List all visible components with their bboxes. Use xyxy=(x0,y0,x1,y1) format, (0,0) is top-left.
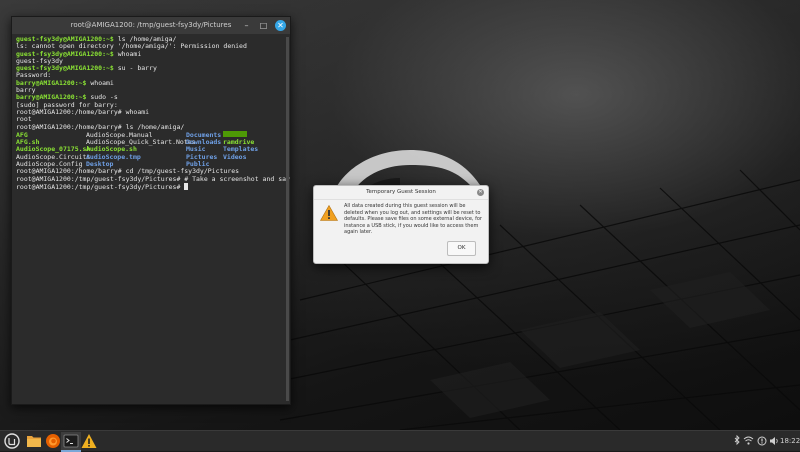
terminal-cursor xyxy=(184,182,189,190)
bluetooth-icon[interactable] xyxy=(733,431,741,451)
terminal-text: root@AMIGA1200:/tmp/guest-fsy3dy/Picture… xyxy=(16,174,290,183)
terminal-command: whoami xyxy=(86,78,114,87)
ls-entry xyxy=(223,130,247,137)
terminal-line: root@AMIGA1200:/tmp/guest-fsy3dy/Picture… xyxy=(16,182,286,191)
terminal-command: whoami xyxy=(113,49,142,58)
terminal-line: root@AMIGA1200:/tmp/guest-fsy3dy/Picture… xyxy=(16,175,290,183)
ok-button[interactable]: OK xyxy=(447,241,476,256)
dialog-title: Temporary Guest Session xyxy=(366,189,436,195)
dialog-message: All data created during this guest sessi… xyxy=(344,203,482,236)
terminal-scrollbar[interactable] xyxy=(286,37,289,401)
clock[interactable]: 18:22 xyxy=(780,431,800,451)
terminal-line: guest-fsy3dy@AMIGA1200:~$ su - barry xyxy=(16,65,286,72)
files-icon[interactable] xyxy=(26,433,42,449)
warning-icon xyxy=(320,205,338,221)
taskbar: 18:22 xyxy=(0,430,800,452)
dialog-close-button[interactable]: ✕ xyxy=(477,189,484,196)
terminal-text: root@AMIGA1200:/tmp/guest-fsy3dy/Picture… xyxy=(16,182,185,191)
wifi-icon[interactable] xyxy=(743,431,754,451)
terminal-output[interactable]: guest-fsy3dy@AMIGA1200:~$ ls /home/amiga… xyxy=(12,34,290,393)
ls-entry: Videos xyxy=(223,152,247,161)
firefox-icon[interactable] xyxy=(45,433,61,449)
minimize-button[interactable]: – xyxy=(241,20,252,31)
terminal-icon[interactable] xyxy=(63,433,79,449)
terminal-titlebar[interactable]: root@AMIGA1200: /tmp/guest-fsy3dy/Pictur… xyxy=(12,17,290,34)
terminal-line: root@AMIGA1200:/home/barry# whoami xyxy=(16,107,286,116)
close-button[interactable]: ✕ xyxy=(275,20,286,31)
terminal-title: root@AMIGA1200: /tmp/guest-fsy3dy/Pictur… xyxy=(70,21,232,29)
volume-icon[interactable] xyxy=(769,431,779,451)
warning-icon[interactable] xyxy=(81,433,97,449)
menu-icon[interactable] xyxy=(4,433,20,449)
terminal-window[interactable]: root@AMIGA1200: /tmp/guest-fsy3dy/Pictur… xyxy=(11,16,291,405)
terminal-line: root@AMIGA1200:/home/barry# ls /home/ami… xyxy=(16,122,286,131)
terminal-text: root@AMIGA1200:/home/barry# ls /home/ami… xyxy=(16,122,185,131)
dialog-titlebar: Temporary Guest Session ✕ xyxy=(314,186,488,200)
terminal-text: root@AMIGA1200:/home/barry# whoami xyxy=(16,107,150,116)
notifications-icon[interactable] xyxy=(757,431,767,451)
guest-session-dialog: Temporary Guest Session ✕ All data creat… xyxy=(313,185,489,264)
maximize-button[interactable]: □ xyxy=(258,20,269,31)
terminal-command: su - barry xyxy=(113,64,157,73)
terminal-line: barry@AMIGA1200:~$ whoami xyxy=(16,78,286,87)
